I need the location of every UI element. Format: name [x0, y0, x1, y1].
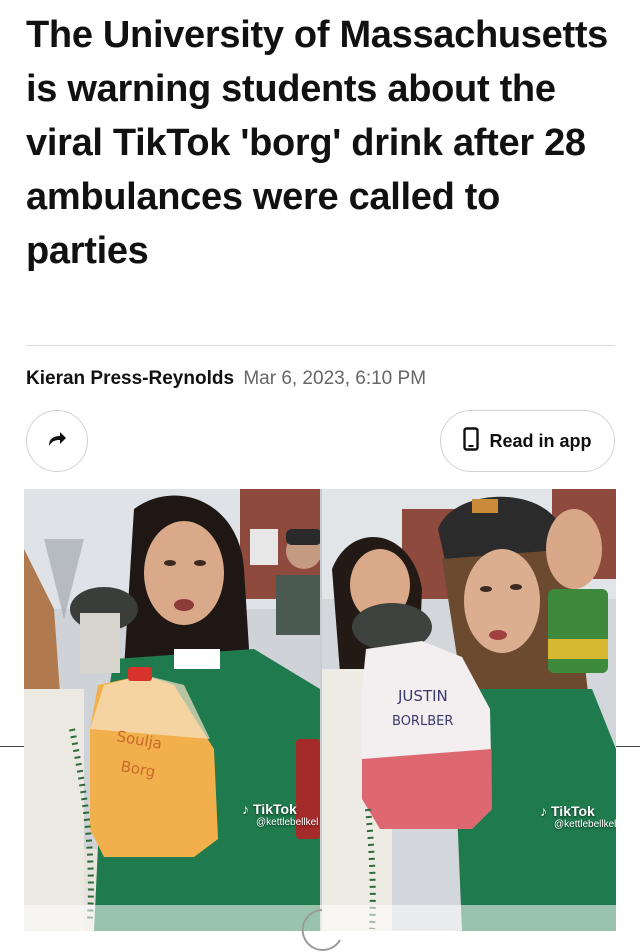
loading-arc-icon: [296, 904, 344, 952]
tiktok-icon: ♪: [242, 801, 249, 817]
jug-label-line2: BORLBER: [392, 714, 453, 729]
read-in-app-button[interactable]: Read in app: [440, 410, 615, 472]
article-image[interactable]: Soulja Borg ♪ TikTok @kettlebellkel JUST…: [24, 489, 616, 931]
side-rule-left: [0, 746, 24, 747]
phone-icon: [463, 426, 480, 456]
byline: Kieran Press-Reynolds Mar 6, 2023, 6:10 …: [26, 368, 426, 390]
jug-label-line1: JUSTIN: [397, 687, 448, 705]
tiktok-watermark-right: ♪ TikTok @kettlebellkel: [540, 803, 616, 830]
divider: [26, 345, 615, 346]
share-button[interactable]: [26, 410, 88, 472]
photo-right: JUSTIN BORLBER ♪ TikTok @kettlebellkel: [322, 489, 616, 931]
article-headline: The University of Massachusetts is warni…: [26, 14, 609, 272]
side-rule-right: [616, 746, 640, 747]
photo-left: Soulja Borg ♪ TikTok @kettlebellkel: [24, 489, 320, 931]
author-link[interactable]: Kieran Press-Reynolds: [26, 368, 234, 389]
read-in-app-label: Read in app: [489, 430, 592, 451]
publish-date: Mar 6, 2023, 6:10 PM: [243, 368, 427, 389]
share-arrow-icon: [46, 429, 68, 454]
tiktok-icon: ♪: [540, 803, 547, 819]
tiktok-watermark-left: ♪ TikTok @kettlebellkel: [242, 801, 319, 828]
